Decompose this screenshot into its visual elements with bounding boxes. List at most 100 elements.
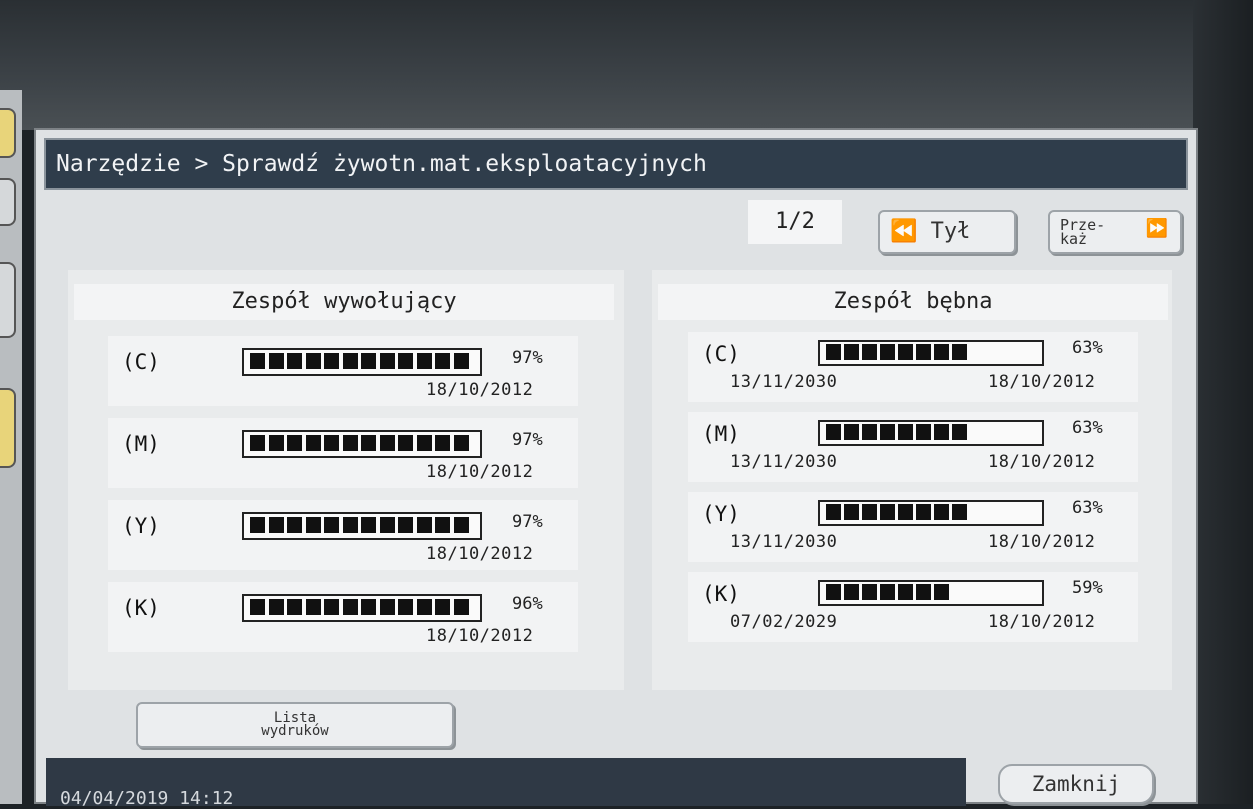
life-bar-segment xyxy=(250,353,265,369)
developing-row-m: (M) 97% 18/10/2012 xyxy=(108,418,578,488)
install-date: 18/10/2012 xyxy=(426,462,534,482)
life-bar-segment xyxy=(361,599,376,615)
life-bar-segment xyxy=(862,424,877,440)
life-bar-segment xyxy=(435,435,450,451)
life-bar-segment xyxy=(305,517,321,533)
life-bar-segment xyxy=(379,599,395,615)
developing-row-k: (K) 96% 18/10/2012 xyxy=(108,582,578,652)
life-bar-segment xyxy=(952,504,967,520)
breadcrumb: Narzędzie > Sprawdź żywotn.mat.eksploata… xyxy=(44,138,1188,190)
color-label: (C) xyxy=(702,342,740,366)
print-list-button[interactable]: Lista wydruków xyxy=(136,702,454,748)
life-bar-segment xyxy=(916,424,931,440)
life-bar-segment xyxy=(880,424,895,440)
page-indicator: 1/2 xyxy=(748,200,842,244)
life-bar-segment xyxy=(305,599,321,615)
status-bar: 04/04/2019 14:12 xyxy=(46,758,966,809)
life-bar-segment xyxy=(453,599,469,615)
life-bar-segment xyxy=(416,353,432,369)
life-bar-segment xyxy=(361,435,376,451)
life-bar xyxy=(818,420,1044,446)
life-bar-segment xyxy=(324,599,339,615)
install-date: 18/10/2012 xyxy=(988,372,1096,392)
life-bar-segment xyxy=(844,424,859,440)
life-bar-segment xyxy=(453,353,469,369)
drum-row-y: (Y) 63% 13/11/2030 18/10/2012 xyxy=(688,492,1138,562)
life-bar-segment xyxy=(416,517,432,533)
life-bar-segment xyxy=(880,584,895,600)
life-bar xyxy=(818,500,1044,526)
life-bar-segment xyxy=(398,353,413,369)
status-date-time: 04/04/2019 14:12 xyxy=(60,788,234,809)
install-date: 18/10/2012 xyxy=(426,380,534,400)
life-bar-segment xyxy=(324,435,339,451)
life-bar-segment xyxy=(379,353,395,369)
life-bar-segment xyxy=(826,344,841,360)
life-percent: 96% xyxy=(512,594,543,614)
close-button[interactable]: Zamknij xyxy=(998,764,1154,804)
install-date: 18/10/2012 xyxy=(988,612,1096,632)
forward-button[interactable]: Prze- każ ⏩ xyxy=(1048,210,1182,254)
developing-unit-title: Zespół wywołujący xyxy=(74,284,614,320)
replacement-date: 13/11/2030 xyxy=(730,372,838,392)
life-bar xyxy=(242,348,482,376)
life-bar-segment xyxy=(398,599,413,615)
install-date: 18/10/2012 xyxy=(426,544,534,564)
life-bar-segment xyxy=(435,353,450,369)
life-bar-segment xyxy=(268,517,284,533)
life-bar xyxy=(818,580,1044,606)
side-tab-2[interactable] xyxy=(0,178,16,226)
life-bar-segment xyxy=(916,344,931,360)
side-tab-4[interactable] xyxy=(0,388,16,468)
life-bar-segment xyxy=(342,353,358,369)
back-button[interactable]: ⏪ Tył xyxy=(878,210,1016,254)
life-bar-segment xyxy=(862,344,877,360)
life-percent: 63% xyxy=(1072,418,1103,438)
life-bar-segment xyxy=(268,353,284,369)
life-percent: 59% xyxy=(1072,578,1103,598)
life-bar-segment xyxy=(305,435,321,451)
life-bar-segment xyxy=(416,435,432,451)
life-bar-segment xyxy=(880,344,895,360)
developing-row-c: (C) 97% 18/10/2012 xyxy=(108,336,578,406)
life-bar-segment xyxy=(880,504,895,520)
install-date: 18/10/2012 xyxy=(988,452,1096,472)
life-bar-segment xyxy=(862,584,877,600)
side-tab-1[interactable] xyxy=(0,108,16,158)
life-bar-segment xyxy=(287,599,302,615)
device-bezel-right xyxy=(1193,0,1253,804)
life-bar-segment xyxy=(379,435,395,451)
life-bar-segment xyxy=(379,517,395,533)
life-bar-segment xyxy=(898,584,913,600)
install-date: 18/10/2012 xyxy=(426,626,534,646)
side-tab-3[interactable] xyxy=(0,262,16,338)
color-label: (Y) xyxy=(702,502,740,526)
life-bar-segment xyxy=(844,584,859,600)
life-bar-segment xyxy=(934,344,949,360)
drum-unit-title: Zespół bębna xyxy=(658,284,1168,320)
color-label: (C) xyxy=(122,350,160,374)
life-bar-segment xyxy=(361,353,376,369)
life-bar-segment xyxy=(453,435,469,451)
color-label: (K) xyxy=(702,582,740,606)
life-bar xyxy=(818,340,1044,366)
life-percent: 63% xyxy=(1072,338,1103,358)
life-bar-segment xyxy=(826,424,841,440)
replacement-date: 13/11/2030 xyxy=(730,532,838,552)
life-bar-segment xyxy=(435,517,450,533)
print-list-label-line2: wydruków xyxy=(261,723,329,739)
life-bar-segment xyxy=(268,435,284,451)
life-bar-segment xyxy=(342,435,358,451)
life-bar-segment xyxy=(435,599,450,615)
life-bar xyxy=(242,430,482,458)
life-bar-segment xyxy=(268,599,284,615)
life-bar-segment xyxy=(453,517,469,533)
close-button-label: Zamknij xyxy=(1031,772,1121,796)
life-bar-segment xyxy=(398,435,413,451)
life-bar-segment xyxy=(826,584,841,600)
life-bar-segment xyxy=(324,353,339,369)
color-label: (M) xyxy=(702,422,740,446)
life-bar-segment xyxy=(898,344,913,360)
life-bar-segment xyxy=(342,517,358,533)
life-bar-segment xyxy=(324,517,339,533)
